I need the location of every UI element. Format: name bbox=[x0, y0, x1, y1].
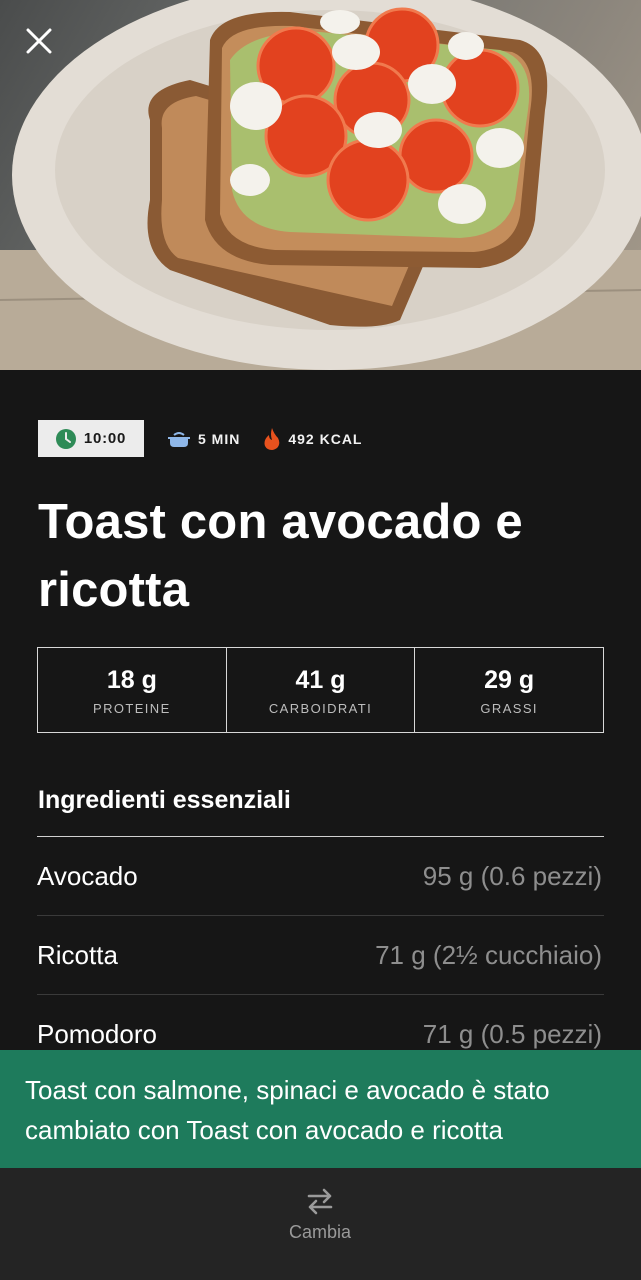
macro-label: GRASSI bbox=[480, 700, 538, 716]
macro-protein: 18 g PROTEINE bbox=[38, 648, 226, 732]
change-button-label: Cambia bbox=[288, 1222, 352, 1242]
duration-text: 5 MIN bbox=[198, 430, 241, 447]
recipe-photo bbox=[0, 0, 641, 370]
close-icon bbox=[26, 28, 52, 54]
macros-table: 18 g PROTEINE 41 g CARBOIDRATI 29 g GRAS… bbox=[37, 647, 604, 733]
ingredient-name: Ricotta bbox=[37, 939, 118, 970]
macro-value: 41 g bbox=[295, 665, 346, 694]
list-item[interactable]: Avocado 95 g (0.6 pezzi) bbox=[37, 837, 604, 916]
macro-value: 18 g bbox=[106, 665, 157, 694]
ingredient-quantity: 71 g (2½ cucchiaio) bbox=[375, 939, 602, 970]
close-button[interactable] bbox=[26, 28, 72, 74]
macro-carbs: 41 g CARBOIDRATI bbox=[225, 648, 415, 732]
clock-icon bbox=[55, 428, 76, 449]
meal-time: 10:00 bbox=[83, 430, 127, 447]
swap-arrows-icon bbox=[307, 1188, 333, 1215]
calories: 492 KCAL bbox=[264, 427, 363, 450]
snackbar-message: Toast con salmone, spinaci e avocado è s… bbox=[25, 1075, 550, 1145]
flame-icon bbox=[264, 427, 280, 450]
prep-duration: 5 MIN bbox=[168, 430, 240, 448]
recipe-title: Toast con avocado e ricotta bbox=[38, 495, 523, 617]
ingredients-heading: Ingredienti essenziali bbox=[38, 786, 291, 814]
ingredient-name: Avocado bbox=[37, 860, 138, 891]
list-item[interactable]: Ricotta 71 g (2½ cucchiaio) bbox=[37, 916, 604, 995]
macro-label: CARBOIDRATI bbox=[268, 700, 373, 716]
change-button[interactable]: Cambia bbox=[270, 1186, 370, 1260]
macro-value: 29 g bbox=[484, 665, 535, 694]
macro-label: PROTEINE bbox=[93, 700, 171, 716]
ingredient-quantity: 95 g (0.6 pezzi) bbox=[422, 860, 602, 891]
toast-illustration bbox=[0, 0, 641, 370]
ingredient-name: Pomodoro bbox=[37, 1018, 157, 1049]
calories-text: 492 KCAL bbox=[288, 430, 363, 447]
bottom-bar: Cambia bbox=[0, 1168, 641, 1280]
ingredients-list: Avocado 95 g (0.6 pezzi) Ricotta 71 g (2… bbox=[37, 837, 604, 1074]
macro-fat: 29 g GRASSI bbox=[414, 648, 603, 732]
snackbar-notification[interactable]: Toast con salmone, spinaci e avocado è s… bbox=[0, 1050, 641, 1168]
recipe-meta: 10:00 5 MIN 492 KCAL bbox=[38, 420, 362, 457]
ingredient-quantity: 71 g (0.5 pezzi) bbox=[422, 1018, 602, 1049]
time-chip[interactable]: 10:00 bbox=[38, 420, 144, 457]
pot-icon bbox=[168, 431, 190, 447]
